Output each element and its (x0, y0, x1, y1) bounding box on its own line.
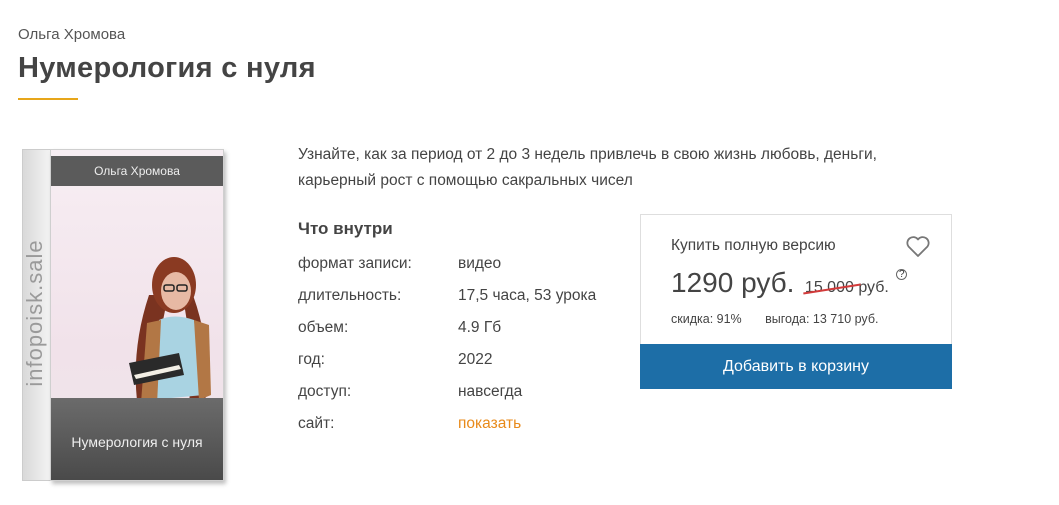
spec-label: год: (298, 351, 325, 368)
heart-icon[interactable] (905, 235, 931, 259)
spec-value: видео (458, 255, 502, 272)
add-to-cart-button[interactable]: Добавить в корзину (640, 344, 952, 389)
product-box-image: infopoisk.sale Ольга Хромова Нумерология… (22, 143, 224, 485)
author-name: Ольга Хромова (18, 26, 126, 43)
author-photo (129, 257, 211, 415)
savings-row: скидка: 91% выгода: 13 710 руб. (671, 312, 878, 326)
product-description: Узнайте, как за период от 2 до 3 недель … (298, 146, 877, 189)
spec-value: навсегда (458, 383, 523, 400)
buy-full-version-label: Купить полную версию (671, 237, 836, 254)
spec-label: объем: (298, 319, 349, 336)
inside-section-title: Что внутри (298, 219, 393, 238)
box-spine: infopoisk.sale (22, 149, 52, 481)
title-underline (18, 98, 78, 100)
buy-card: Купить полную версию 1290 руб. 15 000 ру… (640, 214, 952, 389)
old-price-unit: руб. (858, 279, 889, 296)
discount-text: скидка: 91% (671, 312, 742, 326)
savings-text: выгода: 13 710 руб. (765, 312, 879, 326)
spec-value: 4.9 Гб (458, 319, 502, 336)
box-top-band: Ольга Хромова (51, 156, 223, 186)
price-row: 1290 руб. 15 000 руб. ? (671, 267, 908, 299)
show-site-link[interactable]: показать (458, 415, 521, 433)
old-price: 15 000 (803, 279, 861, 297)
box-front: Ольга Хромова Нумерология с нуля (50, 149, 224, 481)
spec-label: формат записи: (298, 255, 412, 272)
spec-value: 2022 (458, 351, 493, 368)
page-title: Нумерология с нуля (18, 52, 316, 84)
spec-label: доступ: (298, 383, 352, 400)
spec-value: 17,5 часа, 53 урока (458, 287, 597, 304)
spec-label: сайт: (298, 415, 335, 432)
question-circle-icon[interactable]: ? (896, 269, 908, 280)
spec-label: длительность: (298, 287, 402, 304)
box-bottom-title: Нумерология с нуля (71, 434, 203, 450)
box-spine-text: infopoisk.sale (22, 239, 47, 387)
current-price: 1290 руб. (671, 267, 795, 298)
